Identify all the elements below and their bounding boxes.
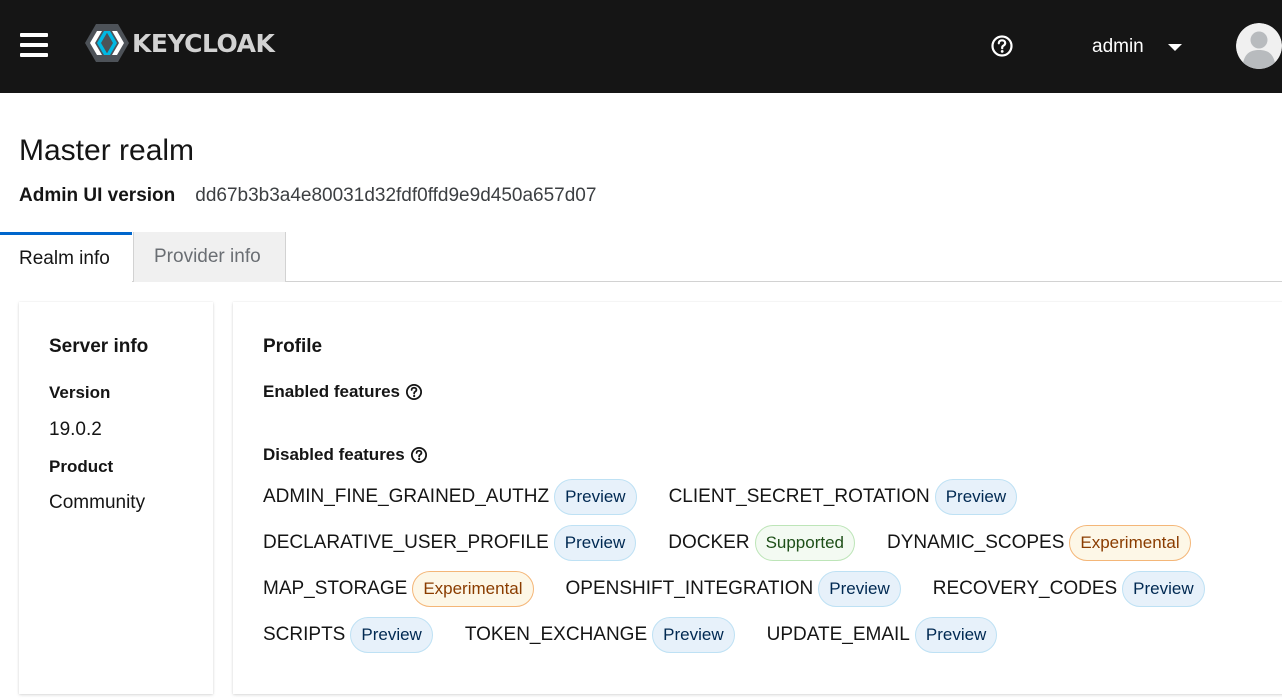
feature-name: RECOVERY_CODES xyxy=(932,578,1118,599)
feature-badge: Preview xyxy=(350,617,433,653)
feature-row: DECLARATIVE_USER_PROFILE Preview DOCKER … xyxy=(263,525,1223,561)
feature-item: ADMIN_FINE_GRAINED_AUTHZ Preview xyxy=(263,479,637,515)
feature-item: DYNAMIC_SCOPES Experimental xyxy=(887,525,1191,561)
feature-name: MAP_STORAGE xyxy=(263,578,408,599)
feature-item: DOCKER Supported xyxy=(668,525,856,561)
question-circle-icon[interactable] xyxy=(410,446,428,464)
feature-badge: Preview xyxy=(934,479,1018,515)
feature-badge: Preview xyxy=(914,617,998,653)
feature-badge: Preview xyxy=(818,571,901,607)
feature-name: DYNAMIC_SCOPES xyxy=(887,532,1065,553)
feature-name: DOCKER xyxy=(668,532,750,553)
version-value: 19.0.2 xyxy=(49,419,102,440)
feature-name: UPDATE_EMAIL xyxy=(766,624,910,645)
user-avatar-icon[interactable] xyxy=(1236,23,1282,69)
user-dropdown[interactable]: admin xyxy=(1092,33,1182,61)
feature-name: TOKEN_EXCHANGE xyxy=(464,624,648,645)
user-name: admin xyxy=(1092,36,1144,57)
admin-ui-version: Admin UI version dd67b3b3a4e80031d32fdf0… xyxy=(19,185,596,207)
feature-row: MAP_STORAGE Experimental OPENSHIFT_INTEG… xyxy=(263,571,1237,607)
caret-down-icon xyxy=(1167,43,1182,51)
feature-badge: Preview xyxy=(554,479,637,515)
question-circle-icon[interactable] xyxy=(405,383,423,401)
product-value: Community xyxy=(49,492,146,513)
tab-provider-info[interactable]: Provider info xyxy=(133,232,286,282)
feature-item: DECLARATIVE_USER_PROFILE Preview xyxy=(263,525,637,561)
feature-badge: Preview xyxy=(553,525,637,561)
disabled-features-label: Disabled features xyxy=(263,445,405,464)
feature-name: ADMIN_FINE_GRAINED_AUTHZ xyxy=(263,486,550,507)
keycloak-logo[interactable]: KEYCLOAK xyxy=(84,22,275,64)
version-value: dd67b3b3a4e80031d32fdf0ffd9e9d450a657d07 xyxy=(195,185,597,206)
feature-badge: Experimental xyxy=(412,571,534,607)
feature-item: OPENSHIFT_INTEGRATION Preview xyxy=(566,571,901,607)
enabled-features-heading: Enabled features xyxy=(263,382,423,402)
disabled-features-heading: Disabled features xyxy=(263,445,428,465)
tab-bar: Realm info Provider info xyxy=(0,232,1282,282)
feature-item: RECOVERY_CODES Preview xyxy=(933,571,1205,607)
product-term: Product xyxy=(49,457,114,476)
masthead: KEYCLOAK admin xyxy=(0,0,1282,93)
enabled-features-label: Enabled features xyxy=(263,382,400,401)
page-title: Master realm xyxy=(19,134,195,167)
feature-badge: Supported xyxy=(754,525,856,561)
feature-name: DECLARATIVE_USER_PROFILE xyxy=(263,532,549,553)
feature-row: SCRIPTS Preview TOKEN_EXCHANGE Preview U… xyxy=(263,617,1029,653)
tab-realm-info[interactable]: Realm info xyxy=(0,232,132,282)
feature-name: SCRIPTS xyxy=(263,624,346,645)
feature-item: CLIENT_SECRET_ROTATION Preview xyxy=(669,479,1018,515)
feature-name: CLIENT_SECRET_ROTATION xyxy=(668,486,930,507)
feature-badge: Preview xyxy=(652,617,735,653)
server-info-card: Server info Version 19.0.2 Product Commu… xyxy=(19,302,213,694)
keycloak-mark-icon xyxy=(85,24,129,62)
feature-badge: Experimental xyxy=(1069,525,1191,561)
feature-item: MAP_STORAGE Experimental xyxy=(263,571,534,607)
feature-name: OPENSHIFT_INTEGRATION xyxy=(565,578,814,599)
version-label: Admin UI version xyxy=(19,185,176,206)
brand-wordmark: KEYCLOAK xyxy=(132,28,275,58)
profile-card: Profile Enabled features Disabled featur… xyxy=(233,302,1282,694)
hamburger-icon[interactable] xyxy=(20,33,48,57)
feature-item: TOKEN_EXCHANGE Preview xyxy=(465,617,735,653)
profile-title: Profile xyxy=(263,336,323,357)
feature-badge: Preview xyxy=(1122,571,1205,607)
feature-item: UPDATE_EMAIL Preview xyxy=(767,617,998,653)
question-circle-icon[interactable] xyxy=(990,34,1014,58)
version-term: Version xyxy=(49,383,111,402)
feature-row: ADMIN_FINE_GRAINED_AUTHZ Preview CLIENT_… xyxy=(263,479,1049,515)
feature-item: SCRIPTS Preview xyxy=(263,617,433,653)
server-info-title: Server info xyxy=(49,336,149,357)
